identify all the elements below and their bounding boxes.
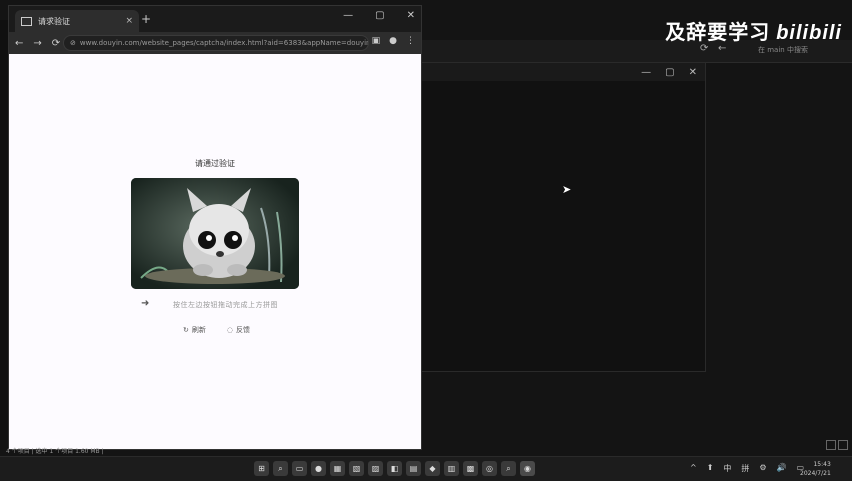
background-minimize-button[interactable]: —: [641, 67, 651, 78]
vscode-icon[interactable]: ◆: [425, 461, 440, 476]
system-tray: ^ ⬆ 中 拼 ⚙ 🔊 ▭: [690, 463, 804, 474]
minimize-button[interactable]: —: [343, 10, 353, 21]
clock-time: 15:43: [813, 461, 831, 468]
mouse-cursor-icon: ➤: [562, 183, 572, 196]
back-icon[interactable]: ←: [15, 38, 23, 49]
captcha-title: 请通过验证: [195, 159, 235, 168]
volume-icon[interactable]: 🔊: [777, 463, 787, 474]
desktop-left-edge: [0, 20, 8, 440]
feedback-icon: ◌: [226, 326, 233, 334]
feedback-label: 反馈: [235, 326, 250, 334]
window-controls: — ▢ ✕: [343, 10, 415, 21]
tiles-view-icon[interactable]: [838, 440, 848, 450]
page-favicon-icon: [21, 16, 32, 26]
input-language[interactable]: 中: [723, 463, 731, 474]
maximize-button[interactable]: ▢: [375, 10, 384, 21]
bilibili-logo: bilibili: [776, 22, 842, 44]
app-icon-6[interactable]: ▤: [406, 461, 421, 476]
captcha-puzzle-image: [131, 178, 299, 289]
background-maximize-button[interactable]: ▢: [665, 67, 674, 78]
app-icon-9[interactable]: ◎: [482, 461, 497, 476]
tab-close-icon[interactable]: ×: [125, 16, 133, 26]
app-icon-5[interactable]: ◧: [387, 461, 402, 476]
app-icon-7[interactable]: ▥: [444, 461, 459, 476]
tab-title: 请求验证: [38, 16, 70, 26]
refresh-button[interactable]: ↻ 刷新: [183, 325, 209, 335]
clock-date: 2024/7/21: [800, 470, 831, 477]
feedback-button[interactable]: ◌ 反馈: [227, 325, 253, 335]
profile-icon[interactable]: ●: [389, 36, 397, 46]
app-icon-8[interactable]: ▩: [463, 461, 478, 476]
ime-mode[interactable]: 拼: [741, 463, 749, 474]
usb-icon[interactable]: ⬆: [707, 463, 714, 474]
explorer-status-bar: 4 个项目 | 选中 1 个项目 1.60 MB |: [6, 448, 104, 455]
app-icon-3[interactable]: ▧: [349, 461, 364, 476]
watermark-text: 及辞要学习: [665, 22, 771, 44]
task-view-icon[interactable]: ▭: [292, 461, 307, 476]
close-window-button[interactable]: ✕: [407, 10, 415, 21]
site-info-icon[interactable]: ⊘: [70, 39, 76, 47]
app-icon-4[interactable]: ▨: [368, 461, 383, 476]
slider-arrow-icon[interactable]: ➜: [141, 298, 149, 309]
app-icon-2[interactable]: ▦: [330, 461, 345, 476]
chrome-icon[interactable]: ◉: [520, 461, 535, 476]
search-app-icon[interactable]: ⌕: [501, 461, 516, 476]
reload-icon[interactable]: ⟳: [52, 38, 60, 49]
background-search-field[interactable]: 在 main 中搜索: [758, 45, 808, 55]
toolbar-actions: ▣ ● ⋮: [372, 36, 415, 46]
browser-window: 请求验证 × + — ▢ ✕ ← → ⟳ ⊘ www.douyin.com/we…: [8, 5, 422, 450]
view-toggle-icons: [826, 440, 848, 450]
side-panel-icon[interactable]: ▣: [372, 36, 381, 46]
details-view-icon[interactable]: [826, 440, 836, 450]
bilibili-watermark: 及辞要学习 bilibili: [665, 16, 842, 45]
refresh-label: 刷新: [191, 326, 206, 334]
forward-icon[interactable]: →: [33, 38, 41, 49]
captcha-actions: ↻ 刷新 ◌ 反馈: [183, 325, 253, 335]
tray-overflow-icon[interactable]: ^: [690, 463, 697, 474]
background-close-button[interactable]: ✕: [689, 67, 697, 78]
app-icon-1[interactable]: ●: [311, 461, 326, 476]
taskbar: ⊞ ⌕ ▭ ● ▦ ▧ ▨ ◧ ▤ ◆ ▥ ▩ ◎ ⌕ ◉ ^ ⬆ 中 拼 ⚙ …: [0, 456, 852, 481]
tab-strip: 请求验证 × + — ▢ ✕: [9, 6, 421, 32]
slider-hint-text: 按住左边按钮拖动完成上方拼图: [173, 301, 278, 309]
page-viewport: 请通过验证 ➜ 按住左边按钮拖动完成上方拼图 ↻ 刷新 ◌ 反馈: [9, 54, 421, 449]
new-tab-button[interactable]: +: [141, 12, 151, 26]
clock[interactable]: 15:43 2024/7/21: [800, 460, 831, 478]
refresh-icon: ↻: [183, 326, 189, 334]
background-window: — ▢ ✕: [418, 62, 706, 372]
settings-icon[interactable]: ⚙: [759, 463, 766, 474]
search-icon[interactable]: ⌕: [273, 461, 288, 476]
start-menu-icon[interactable]: ⊞: [254, 461, 269, 476]
tab-captcha[interactable]: 请求验证 ×: [15, 10, 139, 32]
menu-kebab-icon[interactable]: ⋮: [406, 36, 415, 46]
background-window-titlebar: — ▢ ✕: [419, 63, 705, 81]
address-bar[interactable]: ⊘ www.douyin.com/website_pages/captcha/i…: [63, 35, 369, 51]
browser-toolbar: ← → ⟳ ⊘ www.douyin.com/website_pages/cap…: [9, 32, 421, 54]
url-text: www.douyin.com/website_pages/captcha/ind…: [79, 39, 369, 47]
taskbar-apps: ⊞ ⌕ ▭ ● ▦ ▧ ▨ ◧ ▤ ◆ ▥ ▩ ◎ ⌕ ◉: [254, 461, 535, 476]
